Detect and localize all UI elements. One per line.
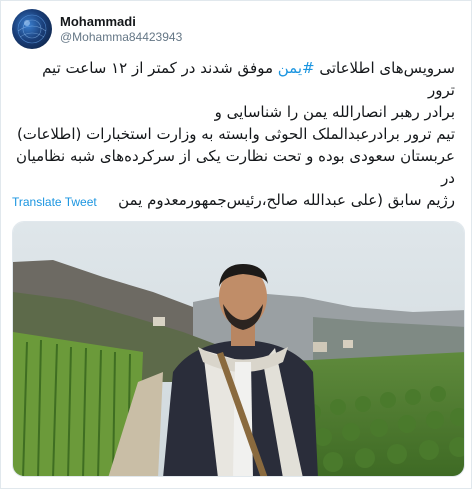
tweet-line-1-before: سرویس‌های اطلاعاتی [314, 59, 455, 77]
tweet-card: Mohammadi @Mohamma84423943 سرویس‌های اطل… [0, 0, 472, 489]
tweet-line-4: عربستان سعودی بوده و تحت نظارت یکی از سر… [16, 147, 455, 187]
tweet-header: Mohammadi @Mohamma84423943 [12, 9, 182, 49]
avatar-image [17, 14, 47, 44]
tweet-text: سرویس‌های اطلاعاتی #یمن موفق شدند در کمت… [11, 57, 455, 211]
photo-image [13, 222, 464, 476]
user-handle[interactable]: @Mohamma84423943 [60, 30, 182, 45]
user-names: Mohammadi @Mohamma84423943 [60, 14, 182, 45]
translate-tweet-link[interactable]: Translate Tweet [12, 195, 97, 209]
display-name[interactable]: Mohammadi [60, 14, 182, 30]
tweet-line-1: سرویس‌های اطلاعاتی #یمن موفق شدند در کمت… [11, 57, 455, 101]
tweet-line-2: برادر رهبر انصارالله یمن را شناسایی و [214, 103, 455, 121]
hashtag-link[interactable]: #یمن [278, 59, 315, 77]
tweet-line-3: تیم ترور برادرعبدالملک الحوثی وابسته به … [16, 125, 455, 143]
tweet-photo[interactable] [12, 221, 465, 477]
avatar[interactable] [12, 9, 52, 49]
